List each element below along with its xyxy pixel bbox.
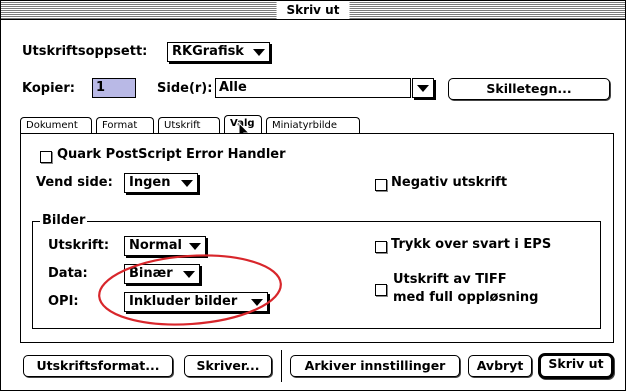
negative-checkbox[interactable] xyxy=(375,179,387,191)
images-group-label: Bilder xyxy=(40,213,88,228)
flip-popup[interactable]: Ingen xyxy=(124,173,198,193)
pages-dropdown[interactable] xyxy=(412,78,434,98)
footer-divider xyxy=(281,350,282,382)
flip-value: Ingen xyxy=(129,175,171,190)
separator-button[interactable]: Skilletegn... xyxy=(448,78,610,100)
pages-label: Side(r): xyxy=(157,81,213,96)
opi-label: OPI: xyxy=(48,294,79,309)
title-bar[interactable]: Skriv ut xyxy=(1,1,625,20)
printer-button[interactable]: Skriver... xyxy=(184,355,272,377)
chevron-down-icon xyxy=(253,48,265,56)
tab-dokument[interactable]: Dokument xyxy=(20,117,92,134)
data-label: Data: xyxy=(48,266,88,281)
tiff-label-line2: med full oppløsning xyxy=(393,290,539,305)
save-settings-button[interactable]: Arkiver innstillinger xyxy=(290,355,460,377)
setup-popup[interactable]: RKGrafisk xyxy=(167,42,270,62)
error-handler-checkbox[interactable] xyxy=(40,151,52,163)
page-format-button[interactable]: Utskriftsformat... xyxy=(23,355,173,377)
overprint-eps-label: Trykk over svart i EPS xyxy=(391,237,552,252)
copies-value: 1 xyxy=(96,80,106,95)
pages-field[interactable]: Alle xyxy=(215,78,411,98)
negative-label: Negativ utskrift xyxy=(391,175,508,190)
print-button[interactable]: Skriv ut xyxy=(538,353,614,379)
tiff-full-res-checkbox[interactable] xyxy=(375,284,387,296)
window-title: Skriv ut xyxy=(276,1,350,19)
chevron-down-icon xyxy=(417,84,429,92)
chevron-down-icon xyxy=(181,179,193,187)
tab-miniatyrbilde[interactable]: Miniatyrbilde xyxy=(266,117,360,134)
flip-label: Vend side: xyxy=(36,175,113,190)
copies-field[interactable]: 1 xyxy=(92,78,136,98)
setup-label: Utskriftsoppsett: xyxy=(22,44,148,59)
tab-utskrift[interactable]: Utskrift xyxy=(158,117,220,134)
copies-label: Kopier: xyxy=(22,81,75,96)
tiff-label-line1: Utskrift av TIFF xyxy=(393,272,507,287)
tab-format[interactable]: Format xyxy=(96,117,154,134)
highlight-circle xyxy=(98,254,282,326)
pages-value: Alle xyxy=(219,80,247,95)
cancel-button[interactable]: Avbryt xyxy=(468,355,532,377)
chevron-down-icon xyxy=(189,242,201,250)
setup-value: RKGrafisk xyxy=(172,44,244,59)
overprint-eps-checkbox[interactable] xyxy=(375,241,387,253)
error-handler-label: Quark PostScript Error Handler xyxy=(57,147,286,162)
